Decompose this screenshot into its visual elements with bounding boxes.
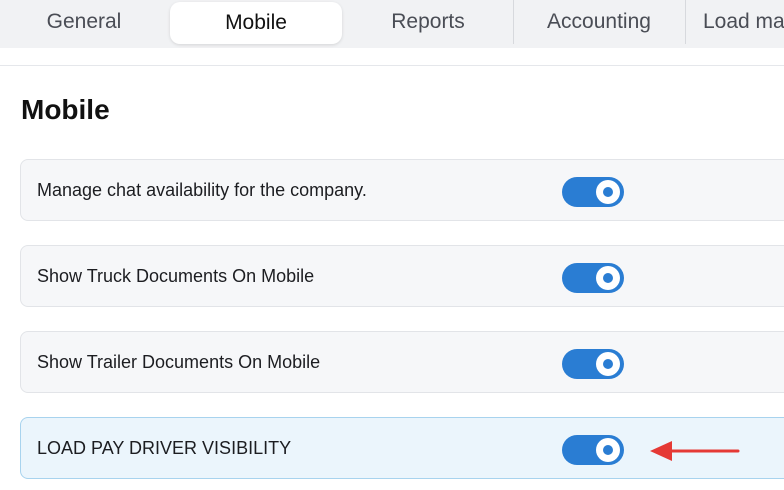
setting-row-truck-documents: Show Truck Documents On Mobile <box>20 245 784 307</box>
trailer-documents-toggle[interactable] <box>562 349 624 379</box>
red-arrow-icon <box>650 441 740 461</box>
setting-label: Show Trailer Documents On Mobile <box>37 352 321 372</box>
chat-availability-toggle[interactable] <box>562 177 624 207</box>
tab-load-management[interactable]: Load ma <box>686 0 784 44</box>
truck-documents-toggle[interactable] <box>562 263 624 293</box>
toggle-knob <box>596 266 620 290</box>
setting-label: LOAD PAY DRIVER VISIBILITY <box>37 438 292 458</box>
toggle-knob <box>596 180 620 204</box>
load-pay-driver-visibility-toggle[interactable] <box>562 435 624 465</box>
setting-row-chat-availability: Manage chat availability for the company… <box>20 159 784 221</box>
tab-general[interactable]: General <box>0 0 168 44</box>
tab-mobile[interactable]: Mobile <box>170 2 342 44</box>
tab-reports[interactable]: Reports <box>344 0 512 44</box>
settings-tab-bar: General Mobile Reports Accounting Load m… <box>0 0 784 48</box>
setting-label: Show Truck Documents On Mobile <box>37 266 315 286</box>
toggle-knob <box>596 352 620 376</box>
section-divider <box>0 65 784 66</box>
page-title: Mobile <box>21 94 110 125</box>
toggle-knob <box>596 438 620 462</box>
setting-row-trailer-documents: Show Trailer Documents On Mobile <box>20 331 784 393</box>
tab-accounting[interactable]: Accounting <box>514 0 684 44</box>
setting-label: Manage chat availability for the company… <box>37 180 367 200</box>
